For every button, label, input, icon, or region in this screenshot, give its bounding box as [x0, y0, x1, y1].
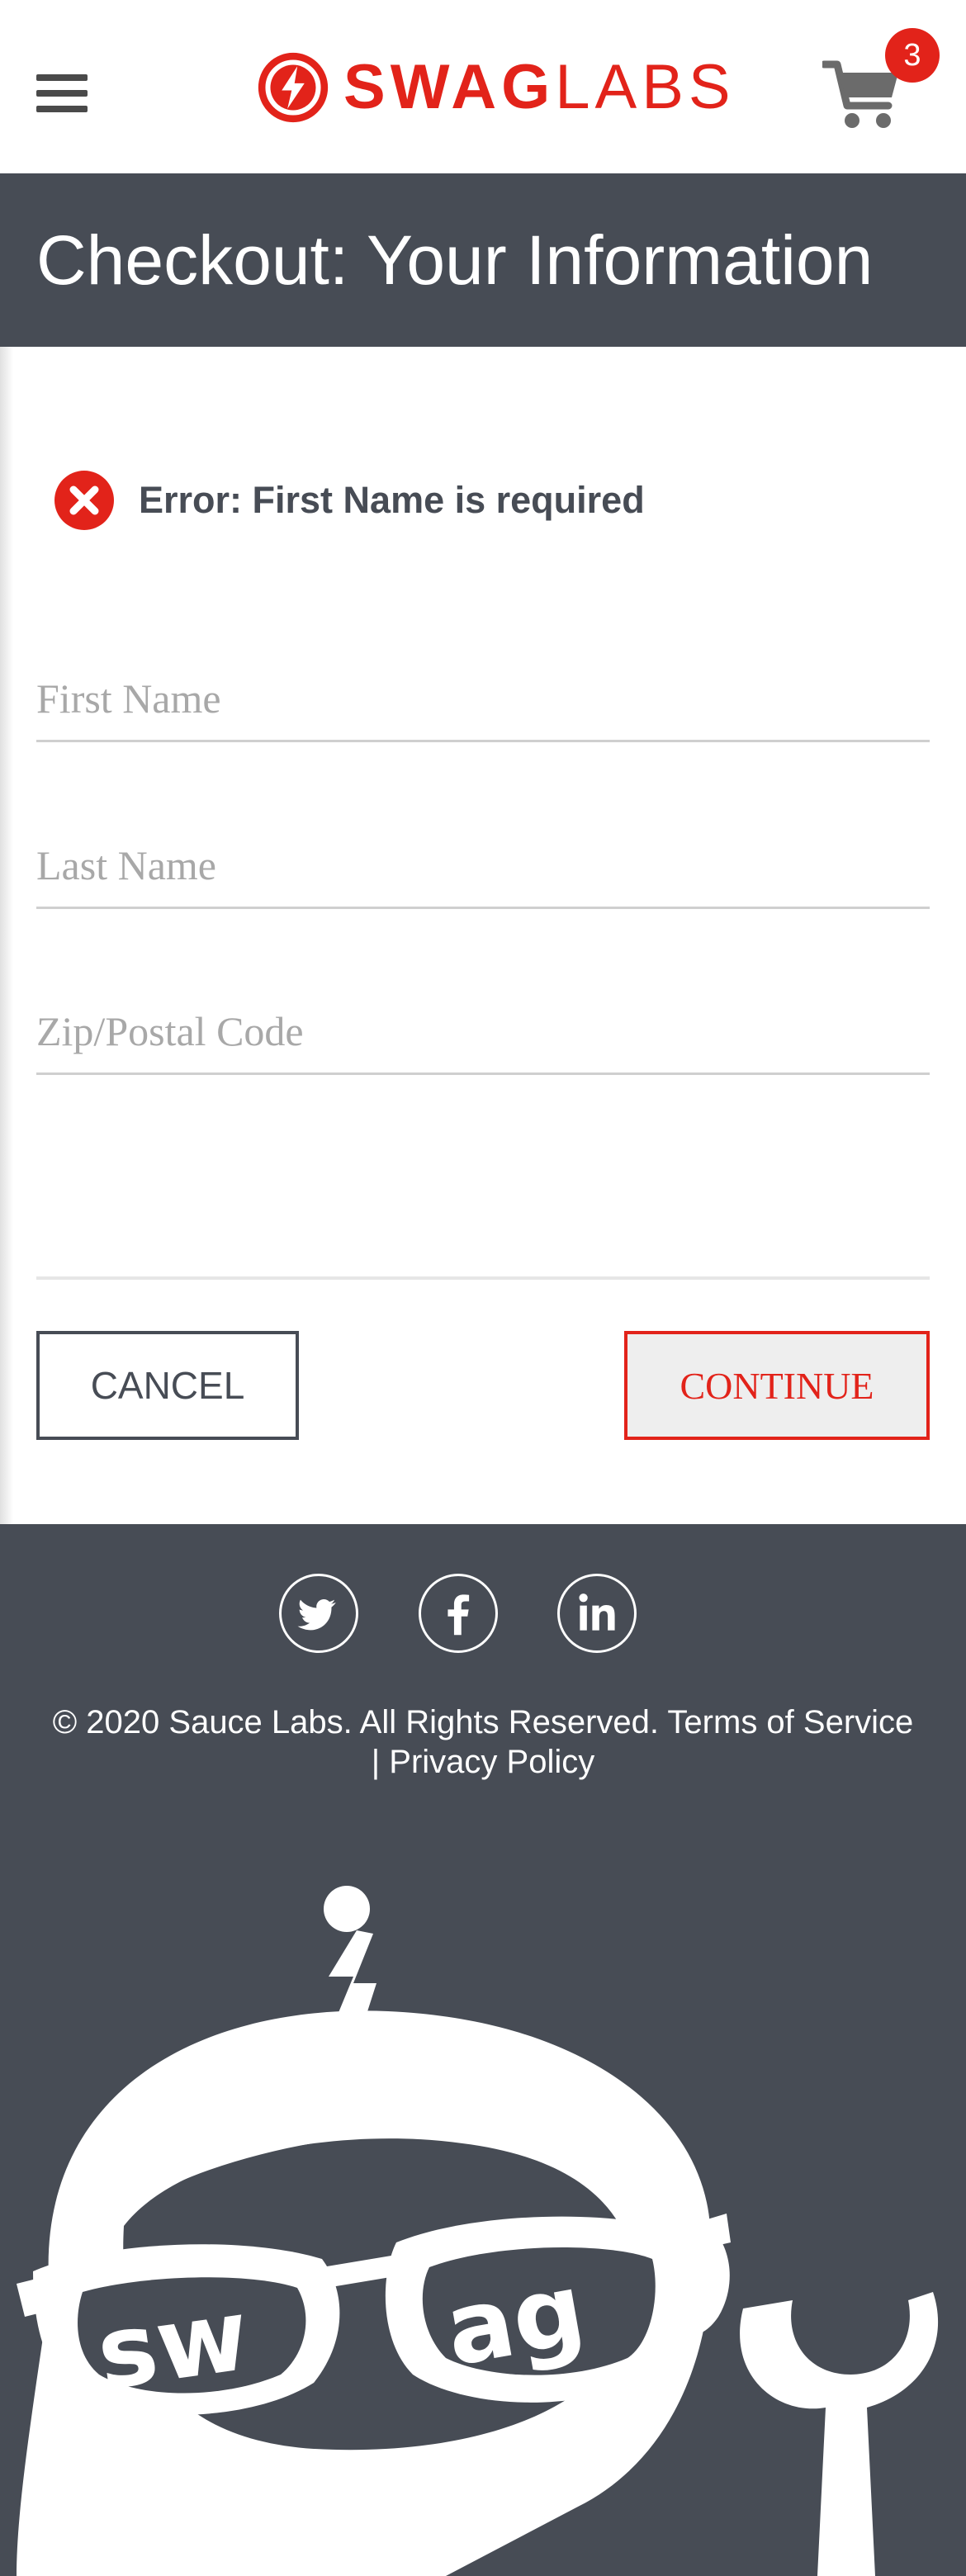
form-divider — [36, 1276, 930, 1280]
brand-name: SWAGLABS — [343, 52, 736, 122]
last-name-input[interactable] — [36, 824, 930, 909]
app-header: SWAGLABS 3 — [0, 0, 966, 173]
privacy-policy-line: | Privacy Policy — [371, 1744, 595, 1780]
swag-labs-logo: SWAGLABS — [258, 51, 736, 124]
copyright-text: © 2020 Sauce Labs. All Rights Reserved. … — [0, 1702, 966, 1782]
page-title-bar: Checkout: Your Information — [0, 173, 966, 347]
first-name-input[interactable] — [36, 657, 930, 742]
swag-labs-logo-icon — [258, 52, 329, 123]
error-text: Error: First Name is required — [139, 479, 645, 521]
error-x-icon[interactable] — [53, 469, 116, 532]
copyright-line: © 2020 Sauce Labs. All Rights Reserved. … — [52, 1704, 914, 1740]
svg-text:sw: sw — [91, 2278, 256, 2413]
page-title: Checkout: Your Information — [36, 221, 874, 299]
swag-robot-mascot: sw ag — [17, 1886, 939, 2576]
linkedin-icon[interactable] — [557, 1574, 637, 1653]
footer: © 2020 Sauce Labs. All Rights Reserved. … — [0, 1524, 966, 2576]
twitter-icon[interactable] — [279, 1574, 358, 1653]
left-edge-shadow — [0, 347, 13, 1651]
error-message: Error: First Name is required — [53, 469, 645, 532]
cart-count-badge: 3 — [885, 28, 940, 83]
hamburger-menu-icon[interactable] — [36, 74, 88, 112]
continue-button[interactable]: CONTINUE — [624, 1331, 930, 1440]
svg-text:ag: ag — [438, 2252, 593, 2389]
facebook-icon[interactable] — [419, 1574, 498, 1653]
postal-code-input[interactable] — [36, 990, 930, 1075]
cancel-button[interactable]: CANCEL — [36, 1331, 299, 1440]
